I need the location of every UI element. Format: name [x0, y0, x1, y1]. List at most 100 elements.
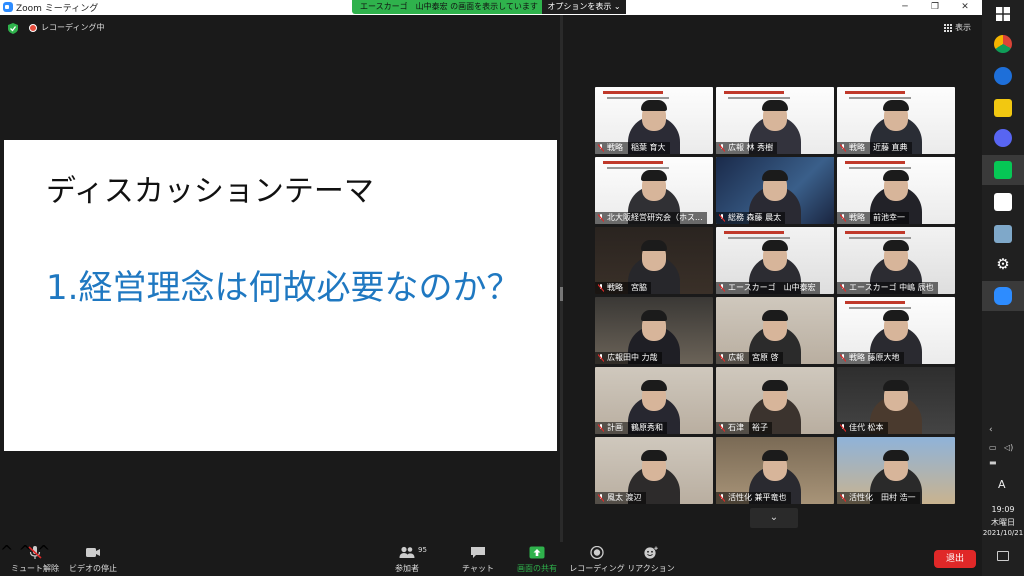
meeting-toolbar: ミュート解除 ^ ビデオの停止 ^ 95 参加者 ^ チャット 画面の共有 レコ… — [0, 542, 982, 576]
gallery-scroll-down-button[interactable]: ⌄ — [750, 508, 798, 528]
share-banner-text: エースカーゴ 山中泰宏 の画面を表示しています — [360, 2, 538, 11]
muted-mic-icon — [840, 354, 846, 362]
muted-mic-icon — [840, 424, 846, 432]
muted-mic-icon — [598, 284, 604, 292]
muted-mic-icon — [840, 144, 846, 152]
volume-icon[interactable]: ◁) — [1004, 443, 1013, 452]
participant-hair — [641, 310, 667, 321]
reactions-button[interactable]: リアクション — [616, 542, 686, 576]
participant-tile[interactable]: エースカーゴ 中嶋 辰也 — [837, 227, 955, 294]
record-icon — [590, 546, 604, 559]
chat-bubble-icon — [471, 547, 485, 558]
split-divider[interactable] — [560, 15, 563, 542]
participant-hair — [883, 170, 909, 181]
participant-name: 戦略 前池幸一 — [837, 212, 909, 224]
shared-screen-slide: ディスカッションテーマ 1.経営理念は何故必要なのか？ — [4, 140, 557, 451]
participant-name: 総務 森藤 晨太 — [716, 212, 786, 224]
line-icon[interactable] — [994, 161, 1012, 179]
muted-mic-icon — [598, 214, 604, 222]
virtual-background-line — [849, 237, 911, 239]
slide-discussion-point: 1.経営理念は何故必要なのか？ — [46, 268, 521, 308]
reactions-label: リアクション — [627, 564, 675, 573]
participant-tile[interactable]: 計画 鶴原秀和 — [595, 367, 713, 434]
battery-icon[interactable]: ▬ — [989, 458, 997, 467]
view-menu-button[interactable]: 表示 — [955, 22, 971, 33]
muted-mic-icon — [719, 214, 725, 222]
close-button[interactable]: ✕ — [950, 0, 980, 15]
participant-name: 計画 鶴原秀和 — [595, 422, 667, 434]
gallery-view-icon[interactable] — [944, 24, 952, 32]
participant-tile[interactable]: 風太 渡辺 — [595, 437, 713, 504]
muted-mic-icon — [840, 284, 846, 292]
muted-mic-icon — [719, 144, 725, 152]
participant-name: 活性化 田村 浩一 — [837, 492, 920, 504]
edge-icon[interactable] — [994, 67, 1012, 85]
participant-tile[interactable]: 総務 森藤 晨太 — [716, 157, 834, 224]
restore-button[interactable]: ❐ — [920, 0, 950, 15]
virtual-background-bar — [845, 91, 905, 94]
participant-hair — [641, 240, 667, 251]
muted-mic-icon — [598, 354, 604, 362]
split-divider-handle[interactable] — [560, 287, 563, 301]
participant-tile[interactable]: エースカーゴ 山中泰宏 — [716, 227, 834, 294]
virtual-background-line — [849, 97, 911, 99]
participant-tile[interactable]: 戦略 前池幸一 — [837, 157, 955, 224]
participant-name: 戦略 稲葉 育大 — [595, 142, 670, 154]
muted-mic-icon — [598, 494, 604, 502]
minimize-button[interactable]: ─ — [890, 0, 920, 15]
participant-tile[interactable]: 活性化 兼平竜也 — [716, 437, 834, 504]
participant-name: 活性化 兼平竜也 — [716, 492, 791, 504]
recording-indicator[interactable]: レコーディング中 — [41, 22, 104, 33]
participant-tile[interactable]: 戦略 藤原大地 — [837, 297, 955, 364]
participant-tile[interactable]: 広報 林 秀樹 — [716, 87, 834, 154]
ime-indicator[interactable]: A — [998, 478, 1006, 491]
participant-tile[interactable]: 活性化 田村 浩一 — [837, 437, 955, 504]
clock-time[interactable]: 19:09 — [982, 505, 1024, 514]
muted-mic-icon — [719, 424, 725, 432]
stop-video-label: ビデオの停止 — [69, 564, 117, 573]
stop-video-button[interactable]: ビデオの停止 — [58, 542, 128, 576]
settings-gear-icon[interactable]: ⚙ — [994, 255, 1012, 273]
zoom-window: Zoom ミーティング ─ ❐ ✕ エースカーゴ 山中泰宏 の画面を表示していま… — [0, 0, 1024, 576]
virtual-background-bar — [845, 161, 905, 164]
chevron-up-icon[interactable]: ‹ — [989, 425, 993, 435]
clock-date[interactable]: 2021/10/21 — [982, 529, 1024, 537]
sticky-notes-icon[interactable] — [994, 99, 1012, 117]
zoom-app-icon[interactable] — [994, 287, 1012, 305]
clock-day[interactable]: 木曜日 — [982, 517, 1024, 528]
participant-hair — [641, 170, 667, 181]
screen-share-banner: エースカーゴ 山中泰宏 の画面を表示しています オプションを表示 ⌄ — [352, 0, 626, 14]
participant-hair — [883, 450, 909, 461]
participant-tile[interactable]: 広報田中 力哉 — [595, 297, 713, 364]
participant-tile[interactable]: 広報 宮原 啓 — [716, 297, 834, 364]
muted-mic-icon — [719, 284, 725, 292]
network-icon[interactable]: ▭ — [989, 443, 997, 452]
notepad-icon[interactable] — [994, 225, 1012, 243]
participant-name: 広報 林 秀樹 — [716, 142, 778, 154]
participants-button[interactable]: 95 参加者 — [372, 542, 442, 576]
w-app-icon[interactable] — [994, 193, 1012, 211]
participant-tile[interactable]: 北大阪経営研究会（ホス... — [595, 157, 713, 224]
participants-count: 95 — [418, 546, 427, 554]
participant-hair — [641, 380, 667, 391]
discord-icon[interactable] — [994, 129, 1012, 147]
encryption-shield-icon[interactable] — [8, 23, 18, 34]
participant-tile[interactable]: 戦略 近藤 直典 — [837, 87, 955, 154]
notification-icon[interactable] — [997, 551, 1009, 561]
participant-hair — [762, 240, 788, 251]
participant-tile[interactable]: 戦略 稲葉 育大 — [595, 87, 713, 154]
participant-tile[interactable]: 佳代 松本 — [837, 367, 955, 434]
participant-hair — [883, 240, 909, 251]
window-title: Zoom ミーティング — [16, 4, 99, 14]
view-options-button[interactable]: オプションを表示 ⌄ — [542, 0, 626, 14]
muted-mic-icon — [719, 494, 725, 502]
zoom-logo-icon — [3, 2, 13, 12]
participant-tile[interactable]: 石津 裕子 — [716, 367, 834, 434]
chrome-icon[interactable] — [994, 35, 1012, 53]
muted-mic-icon — [598, 144, 604, 152]
virtual-background-bar — [724, 91, 784, 94]
leave-meeting-button[interactable]: 退出 — [934, 550, 976, 568]
participant-hair — [641, 100, 667, 111]
participant-tile[interactable]: 戦略 宮脇 — [595, 227, 713, 294]
windows-start-icon[interactable] — [996, 7, 1010, 21]
